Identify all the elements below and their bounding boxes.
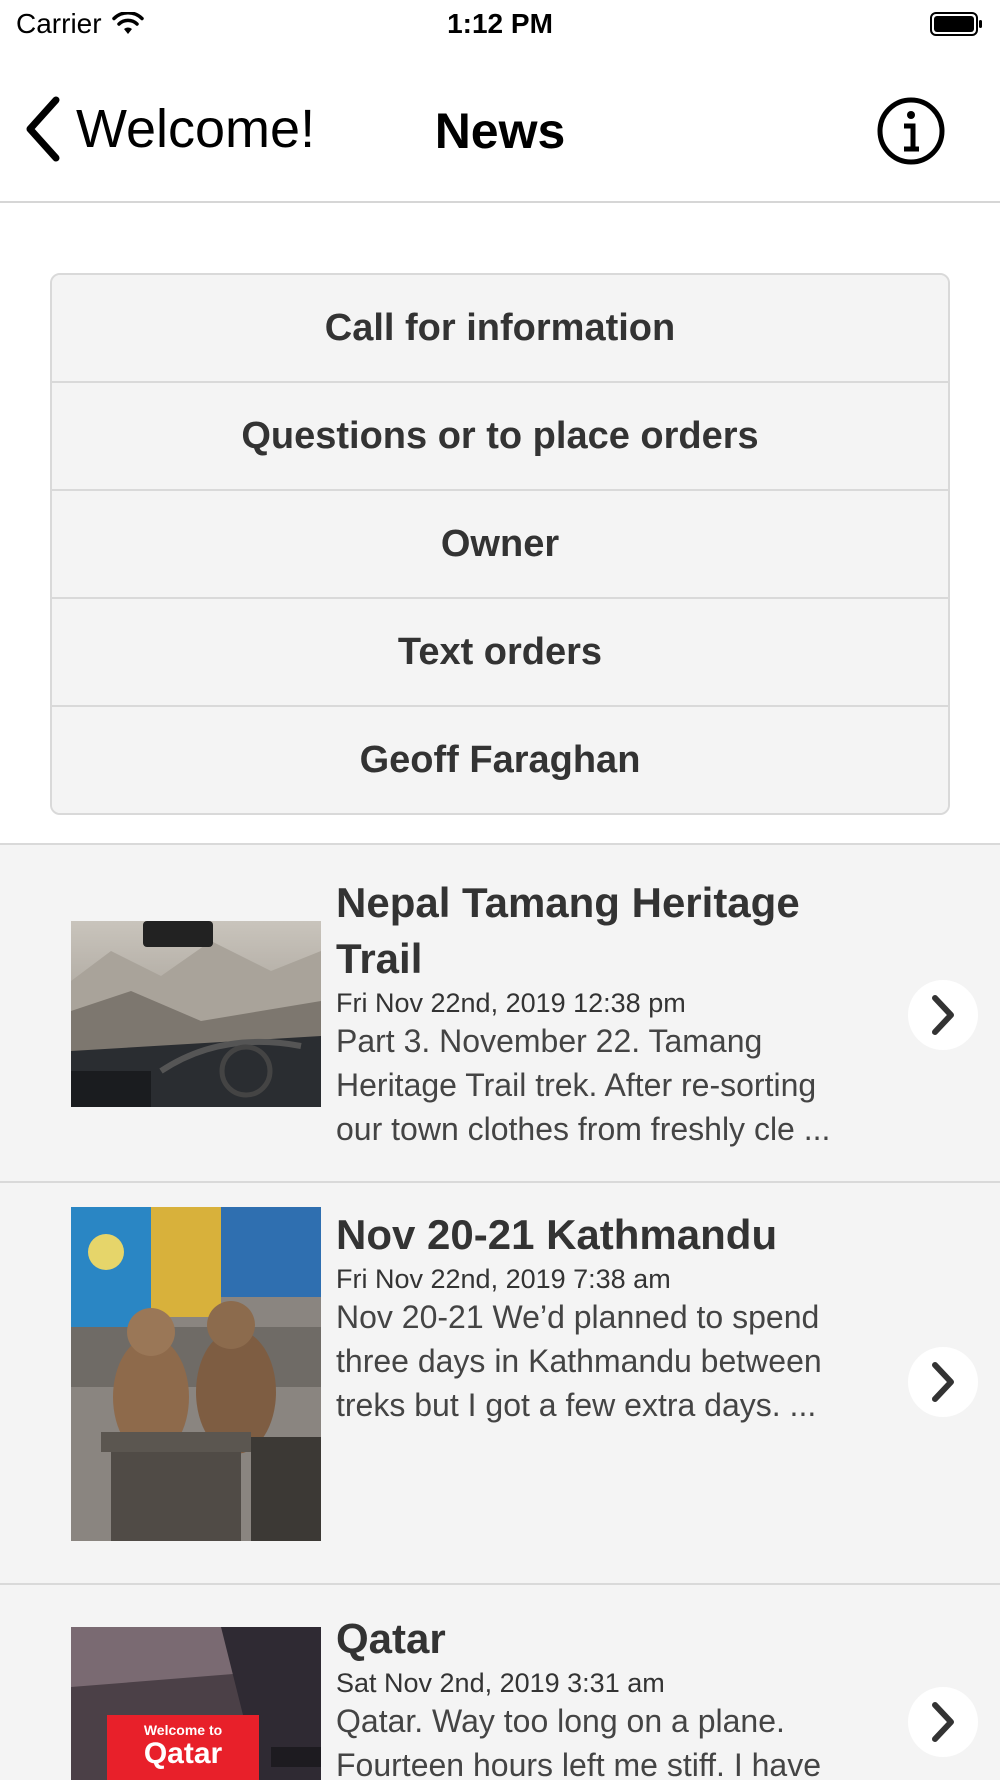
sign-line: Qatar [143, 1737, 223, 1770]
disclosure-button[interactable] [908, 1347, 978, 1417]
news-item-text: Nepal Tamang Heritage Trail Fri Nov 22nd,… [336, 875, 876, 1151]
bus-window-mountain-photo [71, 921, 321, 1107]
chevron-right-icon [932, 1362, 954, 1402]
monkeys-photo [71, 1207, 321, 1541]
questions-orders-button[interactable]: Questions or to place orders [52, 383, 948, 491]
owner-button[interactable]: Owner [52, 491, 948, 599]
news-item-text: Nov 20-21 Kathmandu Fri Nov 22nd, 2019 7… [336, 1207, 876, 1427]
battery-icon [930, 12, 982, 36]
text-orders-button[interactable]: Text orders [52, 599, 948, 707]
chevron-right-icon [932, 995, 954, 1035]
navigation-bar: Welcome! News [0, 50, 1000, 203]
news-excerpt: Qatar. Way too long on a plane. Fourteen … [336, 1703, 821, 1780]
news-date: Fri Nov 22nd, 2019 7:38 am [336, 1264, 671, 1294]
news-date: Fri Nov 22nd, 2019 12:38 pm [336, 988, 686, 1018]
disclosure-button[interactable] [908, 1687, 978, 1757]
clock: 1:12 PM [447, 8, 553, 39]
welcome-sign: Welcome to Qatar [107, 1715, 259, 1780]
airport-sign-photo: Welcome to Qatar [71, 1627, 321, 1780]
chevron-right-icon [932, 1702, 954, 1742]
news-date: Sat Nov 2nd, 2019 3:31 am [336, 1668, 665, 1698]
news-item-text: Qatar Sat Nov 2nd, 2019 3:31 am Qatar. W… [336, 1611, 876, 1780]
news-item[interactable]: Welcome to Qatar Qatar Sat Nov 2nd, 2019… [0, 1583, 1000, 1780]
news-list: Nepal Tamang Heritage Trail Fri Nov 22nd,… [0, 843, 1000, 1780]
news-excerpt: Part 3. November 22. Tamang Heritage Trai… [336, 1023, 831, 1147]
info-icon[interactable] [876, 96, 946, 166]
contact-button-group: Call for information Questions or to pla… [50, 273, 950, 815]
news-excerpt: Nov 20-21 We’d planned to spend three day… [336, 1299, 822, 1423]
geoff-faraghan-button[interactable]: Geoff Faraghan [52, 707, 948, 813]
status-bar: Carrier 1:12 PM [0, 0, 1000, 50]
news-item[interactable]: Nov 20-21 Kathmandu Fri Nov 22nd, 2019 7… [0, 1181, 1000, 1585]
page-title: News [434, 103, 566, 159]
disclosure-button[interactable] [908, 980, 978, 1050]
news-title: Nov 20-21 Kathmandu [336, 1211, 778, 1258]
news-title: Qatar [336, 1615, 446, 1662]
news-item[interactable]: Nepal Tamang Heritage Trail Fri Nov 22nd,… [0, 845, 1000, 1183]
call-for-information-button[interactable]: Call for information [52, 275, 948, 383]
news-title: Nepal Tamang Heritage Trail [336, 879, 800, 982]
